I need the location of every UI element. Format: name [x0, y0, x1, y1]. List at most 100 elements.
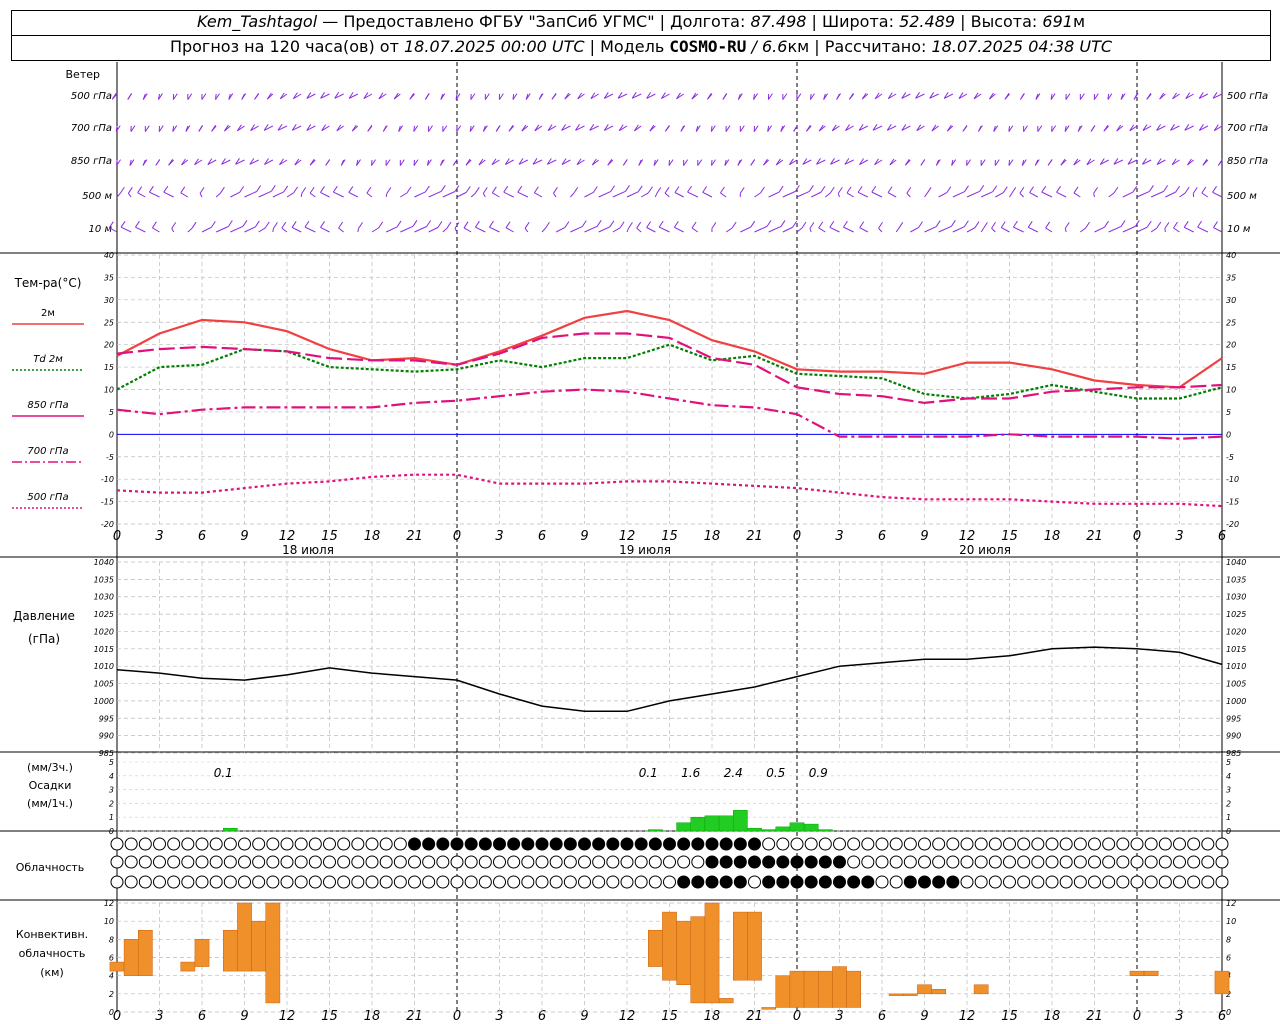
cloud-cell-row-0: [790, 837, 804, 851]
wind-barb-4: [691, 227, 699, 233]
temp-x-tick: 9: [920, 529, 928, 544]
wind-barb-flag-3: [625, 185, 630, 192]
wind-barb-flag-4: [581, 220, 587, 227]
precip-3h-label: 0.1: [214, 766, 233, 780]
wind-barb-4: [725, 227, 733, 233]
conv-y-tick-left: 10: [104, 917, 114, 926]
cloud-cell-row-0: [1031, 837, 1045, 851]
wind-barb-flag-3: [533, 186, 539, 194]
cloud-cell-row-1: [790, 855, 804, 869]
cloud-cell-row-1: [308, 855, 322, 869]
wind-barb-3: [1029, 192, 1039, 198]
conv-bar: [265, 902, 281, 1004]
wind-barb-flag-3: [348, 186, 354, 193]
wind-barb-4: [910, 227, 919, 233]
cloud-cell-row-2: [578, 875, 591, 889]
precip-unit-1h: (мм/1ч.): [27, 797, 73, 810]
wind-barb-flag-3: [517, 185, 523, 193]
pressure-y-tick-right: 995: [1226, 714, 1241, 723]
temp-y-tick-left: 15: [104, 363, 114, 372]
cloud-cell-row-1: [393, 855, 407, 869]
cloud-cell-row-0: [337, 837, 351, 851]
wind-barb-flag-1: [962, 125, 968, 132]
wind-barb-flag-4: [1164, 222, 1170, 229]
temp-x-tick: 12: [279, 529, 296, 544]
cloud-cell-row-1: [181, 855, 195, 869]
cloud-cell-row-1: [932, 855, 946, 869]
cloud-cell-row-2: [1201, 875, 1215, 889]
cloud-cell-row-2: [932, 875, 946, 889]
temp-y-tick-right: -15: [1226, 498, 1239, 507]
wind-barb-4: [1197, 226, 1209, 233]
cloud-cell-row-1: [563, 855, 577, 869]
cloud-cell-row-0: [478, 837, 492, 851]
cloud-cell-row-2: [705, 875, 719, 889]
wind-barb-flag-3: [386, 187, 392, 194]
wind-barb-4: [1045, 227, 1053, 233]
cloud-cell-row-1: [223, 855, 237, 869]
wind-barb-flag-4: [474, 220, 480, 228]
pressure-y-tick-right: 1035: [1226, 575, 1246, 584]
wind-barb-flag-3: [1011, 187, 1017, 194]
wind-barb-flag-3: [503, 185, 509, 193]
wind-barb-flag-4: [437, 221, 443, 228]
wind-barb-3: [230, 191, 240, 198]
conv-bar: [123, 939, 139, 976]
wind-barb-flag-4: [412, 220, 418, 227]
precip-bar: [733, 810, 748, 832]
pressure-title: Давление: [13, 609, 75, 623]
wind-barb-flag-4: [950, 220, 956, 227]
pressure-y-tick-left: 1000: [94, 697, 114, 706]
cloud-cell-row-1: [1144, 855, 1158, 869]
wind-barb-3: [1165, 191, 1176, 198]
cloud-cell-row-1: [507, 855, 521, 869]
wind-barb-flag-3: [992, 185, 998, 193]
wind-barb-flag-3: [553, 187, 558, 194]
wind-barb-4: [400, 225, 414, 233]
precip-3h-label: 1.6: [681, 766, 700, 780]
pressure-y-tick-left: 985: [99, 749, 114, 758]
legend-500-label: 500 гПа: [27, 492, 68, 503]
wind-barb-4: [1183, 226, 1194, 233]
wind-barb-flag-3: [674, 186, 680, 193]
cloud-cell-row-1: [1187, 855, 1201, 869]
cloud-cell-row-1: [719, 855, 733, 869]
wind-barb-flag-4: [1045, 221, 1051, 229]
cloud-cell-row-2: [280, 875, 294, 889]
wind-barb-4: [859, 227, 869, 233]
wind-barb-4: [626, 228, 629, 233]
cloud-cell-row-1: [1158, 855, 1172, 869]
cloud-cell-row-1: [648, 855, 662, 869]
wind-barb-flag-4: [273, 222, 278, 229]
wind-barb-flag-2: [683, 159, 689, 166]
precip-bar: [789, 822, 805, 832]
wind-barb-flag-2: [622, 159, 628, 166]
wind-barb-flag-0: [706, 93, 712, 100]
cloud-cell-row-0: [847, 837, 861, 851]
wind-barb-flag-4: [191, 221, 197, 229]
wind-barb-4: [272, 228, 274, 233]
cloud-cell-row-2: [833, 875, 846, 889]
wind-barb-flag-4: [1013, 220, 1018, 228]
cloud-cell-row-2: [1158, 875, 1172, 889]
wind-barb-flag-4: [619, 221, 625, 229]
wind-barb-flag-4: [320, 221, 325, 228]
temp-x-tick: 9: [580, 529, 588, 544]
cloud-cell-row-0: [1215, 837, 1229, 851]
wind-barb-flag-4: [658, 220, 664, 228]
wind-barb-flag-0: [127, 93, 133, 100]
wind-barb-4: [1000, 227, 1010, 233]
wind-barb-4: [215, 226, 229, 233]
wind-barb-flag-3: [301, 187, 307, 194]
wind-barb-flag-2: [980, 159, 986, 166]
temp-x-tick: 12: [959, 529, 976, 544]
wind-barb-flag-3: [946, 186, 952, 193]
wind-barb-flag-3: [1132, 185, 1138, 193]
wind-barb-flag-4: [691, 221, 697, 229]
bottom-x-tick: 0: [1133, 1009, 1141, 1024]
temp-x-tick: 18: [704, 529, 721, 544]
cloud-cell-row-1: [1003, 855, 1016, 869]
cloud-cell-row-2: [124, 875, 138, 889]
wind-barb-flag-3: [857, 185, 863, 193]
cloud-cell-row-1: [974, 855, 988, 869]
